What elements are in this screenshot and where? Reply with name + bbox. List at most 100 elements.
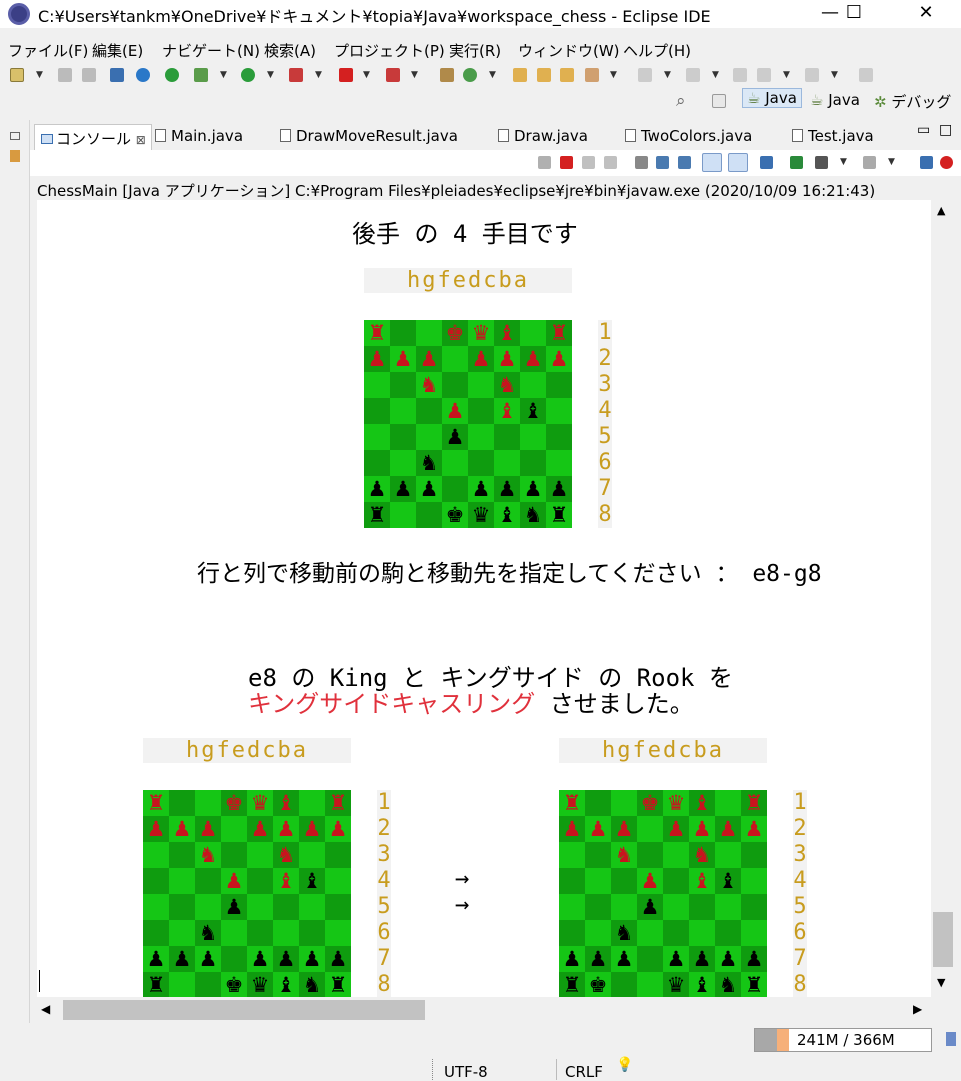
view-menu-icon[interactable] <box>920 156 933 169</box>
scroll-left-icon[interactable]: ◀ <box>41 1002 50 1016</box>
search-folder-icon[interactable] <box>560 68 574 82</box>
board-square: ♟ <box>611 816 637 842</box>
console-output[interactable]: 後手 の 4 手目です hgfedcba ♜ ♚ ♛ ♝ ♜ ♟ ♟ ♟ ♟ ♟ ♟ ♟ ♞ ♞ ♟ ♝ ♝ ♟ ♞… <box>37 200 931 997</box>
maximize-view-icon[interactable]: □ <box>939 122 952 138</box>
scroll-right-icon[interactable]: ▶ <box>913 1002 922 1016</box>
scroll-thumb[interactable] <box>63 1000 425 1020</box>
show-on-stderr-icon[interactable] <box>728 153 748 172</box>
ant-icon[interactable] <box>940 156 953 169</box>
tab-drawmoveresult-java[interactable]: DrawMoveResult.java <box>280 124 458 150</box>
perspective-java-active[interactable]: ☕ Java <box>742 88 802 108</box>
chevron-down-icon[interactable]: ▼ <box>664 70 671 80</box>
black-piece: ♟ <box>198 947 218 971</box>
black-piece: ♟ <box>328 947 348 971</box>
remove-launch-icon[interactable] <box>582 156 595 169</box>
perspective-debug[interactable]: ✲ デバッグ <box>874 91 951 112</box>
open-task-icon[interactable] <box>537 68 551 82</box>
vertical-scrollbar[interactable]: ▲ ▼ <box>931 200 955 997</box>
clear-console-icon[interactable] <box>635 156 648 169</box>
terminate-icon[interactable] <box>560 156 573 169</box>
board-square <box>195 972 221 997</box>
perspective-java[interactable]: ☕ Java <box>810 91 860 109</box>
board-square <box>468 424 494 450</box>
lightbulb-icon[interactable]: 💡 <box>616 1057 633 1073</box>
open-console-icon[interactable] <box>815 156 828 169</box>
close-button[interactable]: ✕ <box>903 0 949 28</box>
board-square <box>325 868 351 894</box>
scroll-down-icon[interactable]: ▼ <box>937 976 945 989</box>
menu-search[interactable]: 検索(A) <box>264 40 316 61</box>
new-console-icon[interactable] <box>863 156 876 169</box>
chevron-down-icon[interactable]: ▼ <box>315 70 322 80</box>
open-perspective-icon[interactable] <box>712 94 726 108</box>
last-edit-icon[interactable] <box>733 68 747 82</box>
black-piece: ♝ <box>276 973 296 997</box>
chevron-down-icon[interactable]: ▼ <box>712 70 719 80</box>
pin-editor-icon[interactable] <box>859 68 873 82</box>
search-icon[interactable]: ⌕ <box>676 91 686 111</box>
back-icon[interactable] <box>757 68 771 82</box>
chevron-down-icon[interactable]: ▼ <box>610 70 617 80</box>
chevron-down-icon[interactable]: ▼ <box>36 70 43 80</box>
package-icon[interactable] <box>440 68 454 82</box>
debug-icon[interactable] <box>194 68 208 82</box>
chevron-down-icon[interactable]: ▼ <box>267 70 274 80</box>
heap-status[interactable]: 241M / 366M <box>754 1028 932 1052</box>
stop-icon[interactable] <box>339 68 353 82</box>
chevron-down-icon[interactable]: ▼ <box>363 70 370 80</box>
turn-line: 後手 の 4 手目です <box>352 220 578 248</box>
chevron-down-icon[interactable]: ▼ <box>411 70 418 80</box>
pin-console-icon[interactable] <box>760 156 773 169</box>
menu-run[interactable]: 実行(R) <box>449 40 501 61</box>
menu-edit[interactable]: 編集(E) <box>92 40 143 61</box>
chevron-down-icon[interactable]: ▼ <box>220 70 227 80</box>
chevron-down-icon[interactable]: ▼ <box>888 157 895 167</box>
word-wrap-icon[interactable] <box>678 156 691 169</box>
rank-label: 8 <box>793 972 807 997</box>
display-console-icon[interactable] <box>790 156 803 169</box>
restore-icon[interactable] <box>10 132 20 140</box>
chevron-down-icon[interactable]: ▼ <box>489 70 496 80</box>
save-all-icon[interactable] <box>82 68 96 82</box>
menu-help[interactable]: ヘルプ(H) <box>623 40 691 61</box>
next-annotation-icon[interactable] <box>638 68 652 82</box>
terminal-icon[interactable] <box>110 68 124 82</box>
menu-project[interactable]: プロジェクト(P) <box>334 40 445 61</box>
scroll-lock-icon[interactable] <box>656 156 669 169</box>
coverage-icon[interactable] <box>386 68 400 82</box>
menu-navigate[interactable]: ナビゲート(N) <box>162 40 260 61</box>
save-icon[interactable] <box>58 68 72 82</box>
tab-draw-java[interactable]: Draw.java <box>498 124 588 150</box>
chevron-down-icon[interactable]: ▼ <box>783 70 790 80</box>
trash-icon[interactable] <box>946 1032 956 1046</box>
board-square: ♝ <box>494 502 520 528</box>
maximize-button[interactable]: ☐ <box>831 0 877 28</box>
chevron-down-icon[interactable]: ▼ <box>840 157 847 167</box>
show-on-stdout-icon[interactable] <box>702 153 722 172</box>
skip-breakpoints-icon[interactable] <box>165 68 179 82</box>
tab-console[interactable]: コンソール ⊠ <box>34 124 152 150</box>
minimize-view-icon[interactable]: ▭ <box>917 122 930 138</box>
scroll-up-icon[interactable]: ▲ <box>937 204 945 217</box>
tab-main-java[interactable]: Main.java <box>155 124 243 150</box>
disconnect-icon[interactable] <box>538 156 551 169</box>
forward-icon[interactable] <box>805 68 819 82</box>
brush-icon[interactable] <box>585 68 599 82</box>
scroll-thumb[interactable] <box>933 912 953 967</box>
tab-twocolors-java[interactable]: TwoColors.java <box>625 124 752 150</box>
tab-test-java[interactable]: Test.java <box>792 124 874 150</box>
remove-all-icon[interactable] <box>604 156 617 169</box>
settings-icon[interactable] <box>136 68 150 82</box>
horizontal-scrollbar[interactable]: ◀ ▶ <box>37 997 931 1023</box>
menu-window[interactable]: ウィンドウ(W) <box>518 40 620 61</box>
run-icon[interactable] <box>241 68 255 82</box>
open-type-icon[interactable] <box>513 68 527 82</box>
chevron-down-icon[interactable]: ▼ <box>831 70 838 80</box>
new-class-icon[interactable] <box>463 68 477 82</box>
close-icon[interactable]: ⊠ <box>136 133 146 147</box>
new-icon[interactable] <box>10 68 24 82</box>
run-external-icon[interactable] <box>289 68 303 82</box>
prev-annotation-icon[interactable] <box>686 68 700 82</box>
menu-file[interactable]: ファイル(F) <box>8 40 88 61</box>
package-explorer-icon[interactable] <box>10 150 20 162</box>
